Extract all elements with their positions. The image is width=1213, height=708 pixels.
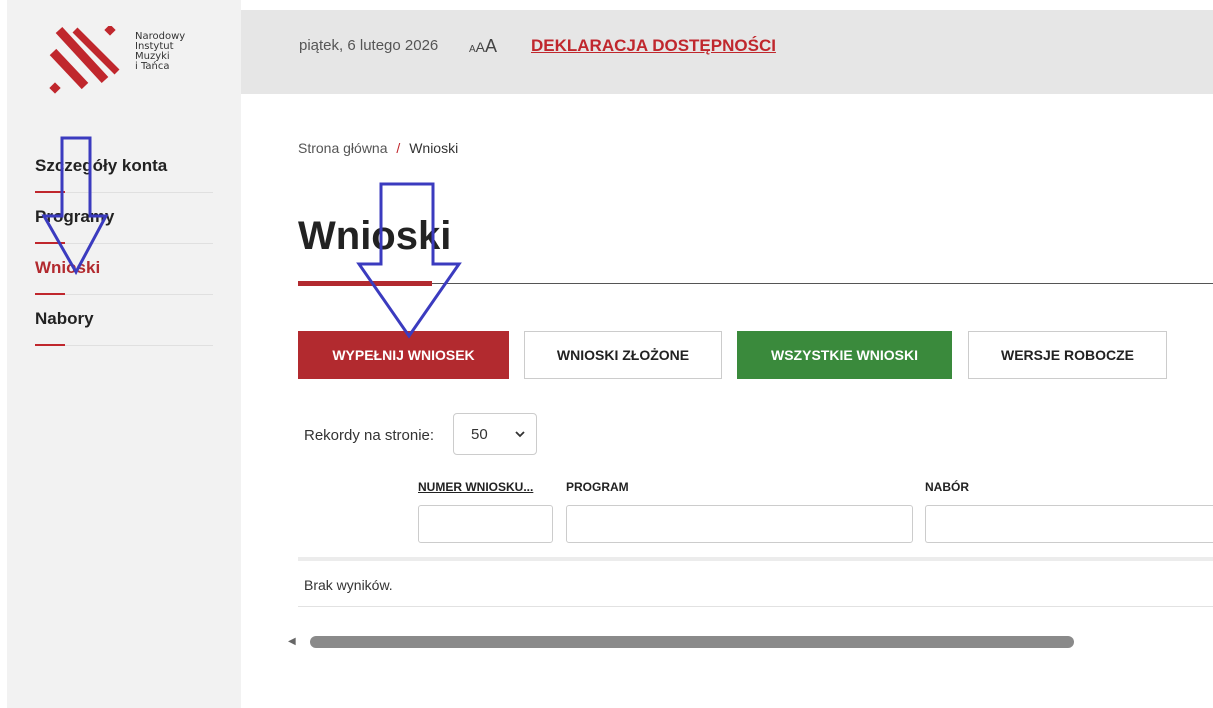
sidebar: Narodowy Instytut Muzyki i Tańca Szczegó… xyxy=(7,0,241,708)
chevron-down-icon xyxy=(515,431,525,438)
logo-line: i Tańca xyxy=(135,61,170,72)
sidebar-item-applications[interactable]: Wnioski xyxy=(35,244,213,295)
empty-table-message: Brak wyników. xyxy=(304,577,393,593)
logo-mark-icon xyxy=(49,26,120,94)
records-per-page-label: Rekordy na stronie: xyxy=(304,427,435,444)
all-applications-button[interactable]: WSZYSTKIE WNIOSKI xyxy=(737,331,952,379)
sidebar-item-label: Programy xyxy=(35,207,115,226)
sidebar-item-label: Szczegóły konta xyxy=(35,156,168,175)
breadcrumb-current: Wnioski xyxy=(409,140,459,156)
breadcrumb-separator: / xyxy=(396,140,401,156)
application-number-filter-input[interactable] xyxy=(418,505,553,543)
font-size-large-button[interactable]: A xyxy=(485,36,497,56)
logo-text: Narodowy Instytut Muzyki i Tańca xyxy=(135,32,185,72)
records-per-page-select[interactable]: 50 xyxy=(453,413,537,455)
accessibility-declaration-link[interactable]: DEKLARACJA DOSTĘPNOŚCI xyxy=(531,36,776,56)
call-filter-input[interactable] xyxy=(925,505,1213,543)
submitted-applications-button[interactable]: WNIOSKI ZŁOŻONE xyxy=(524,331,722,379)
table-header-divider xyxy=(298,557,1213,561)
sidebar-item-programs[interactable]: Programy xyxy=(35,193,213,244)
fill-application-button[interactable]: WYPEŁNIJ WNIOSEK xyxy=(298,331,509,379)
title-accent-bar xyxy=(298,281,432,286)
column-header-call: NABÓR xyxy=(925,480,969,494)
sidebar-nav: Szczegóły konta Programy Wnioski Nabory xyxy=(35,142,213,346)
institute-logo[interactable]: Narodowy Instytut Muzyki i Tańca xyxy=(47,26,207,96)
breadcrumb-home-link[interactable]: Strona główna xyxy=(298,140,388,156)
records-per-page-value: 50 xyxy=(471,426,488,443)
sidebar-item-label: Wnioski xyxy=(35,258,101,277)
page-title: Wnioski xyxy=(298,214,452,258)
breadcrumb: Strona główna / Wnioski xyxy=(298,140,458,156)
scrollbar-thumb[interactable] xyxy=(310,636,1074,648)
annotation-arrow-icon xyxy=(356,182,462,339)
font-size-small-button[interactable]: A xyxy=(469,44,476,55)
table-bottom-divider xyxy=(298,606,1213,607)
title-divider xyxy=(298,283,1213,284)
scroll-left-icon[interactable]: ◀ xyxy=(288,636,296,647)
sidebar-item-account-details[interactable]: Szczegóły konta xyxy=(35,142,213,193)
sidebar-item-calls[interactable]: Nabory xyxy=(35,295,213,346)
drafts-button[interactable]: WERSJE ROBOCZE xyxy=(968,331,1167,379)
current-date: piątek, 6 lutego 2026 xyxy=(299,37,439,54)
sidebar-item-underline xyxy=(35,344,65,346)
column-header-application-number[interactable]: NUMER WNIOSKU... xyxy=(418,480,533,494)
horizontal-scrollbar[interactable]: ◀ xyxy=(288,632,1213,652)
program-filter-input[interactable] xyxy=(566,505,913,543)
top-bar: piątek, 6 lutego 2026 AAA DEKLARACJA DOS… xyxy=(241,10,1213,94)
sidebar-item-label: Nabory xyxy=(35,309,94,328)
font-size-controls: AAA xyxy=(469,36,497,57)
column-header-program: PROGRAM xyxy=(566,480,629,494)
font-size-medium-button[interactable]: A xyxy=(476,39,485,55)
